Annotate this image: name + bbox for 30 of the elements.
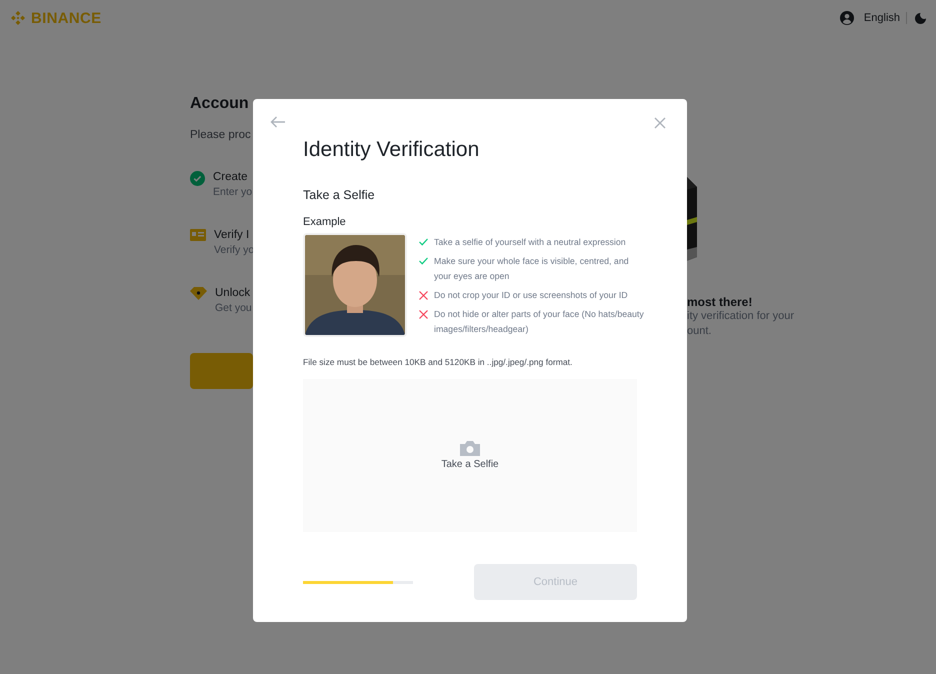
user-icon[interactable]	[840, 11, 854, 25]
file-size-note: File size must be between 10KB and 5120KB in ..jpg/.jpeg/.png format.	[303, 357, 574, 367]
rule-text: Make sure your whole face is visible, centred, and your eyes are open	[434, 255, 630, 283]
camera-icon	[460, 441, 480, 456]
back-arrow-icon[interactable]	[270, 116, 286, 128]
rule-text: Do not crop your ID or use screenshots of your ID	[434, 289, 628, 302]
modal-title: Identity Verification	[303, 138, 480, 162]
step-description: Enter yo	[213, 186, 252, 198]
page-title: Accoun	[190, 95, 250, 113]
close-icon[interactable]	[654, 117, 666, 129]
language-link[interactable]: English	[864, 12, 900, 24]
step-title: Unlock	[215, 287, 252, 299]
logo-icon	[10, 10, 26, 26]
rule-text: Take a selfie of yourself with a neutral expression	[434, 236, 626, 249]
page-subtitle: Please proc	[190, 129, 252, 141]
id-card-icon	[190, 229, 206, 241]
step-title: Create	[213, 171, 249, 183]
brand-name: BINANCE	[31, 10, 102, 26]
side-text: ity verification for your	[687, 309, 794, 324]
check-circle-icon	[190, 171, 205, 186]
step-description: Get you	[215, 302, 252, 314]
example-label: Example	[303, 216, 347, 228]
selfie-upload-area[interactable]: Take a Selfie	[303, 379, 637, 532]
side-text: ount.	[687, 324, 712, 339]
side-title: most there!	[687, 295, 754, 309]
section-title: Take a Selfie	[303, 188, 376, 202]
rule-text: Do not hide or alter parts of your face (No hats/beauty images/filters/headgear)	[434, 308, 645, 336]
diamond-icon	[190, 287, 207, 300]
step-title: Verify I	[214, 229, 250, 241]
moon-icon[interactable]	[915, 12, 926, 24]
